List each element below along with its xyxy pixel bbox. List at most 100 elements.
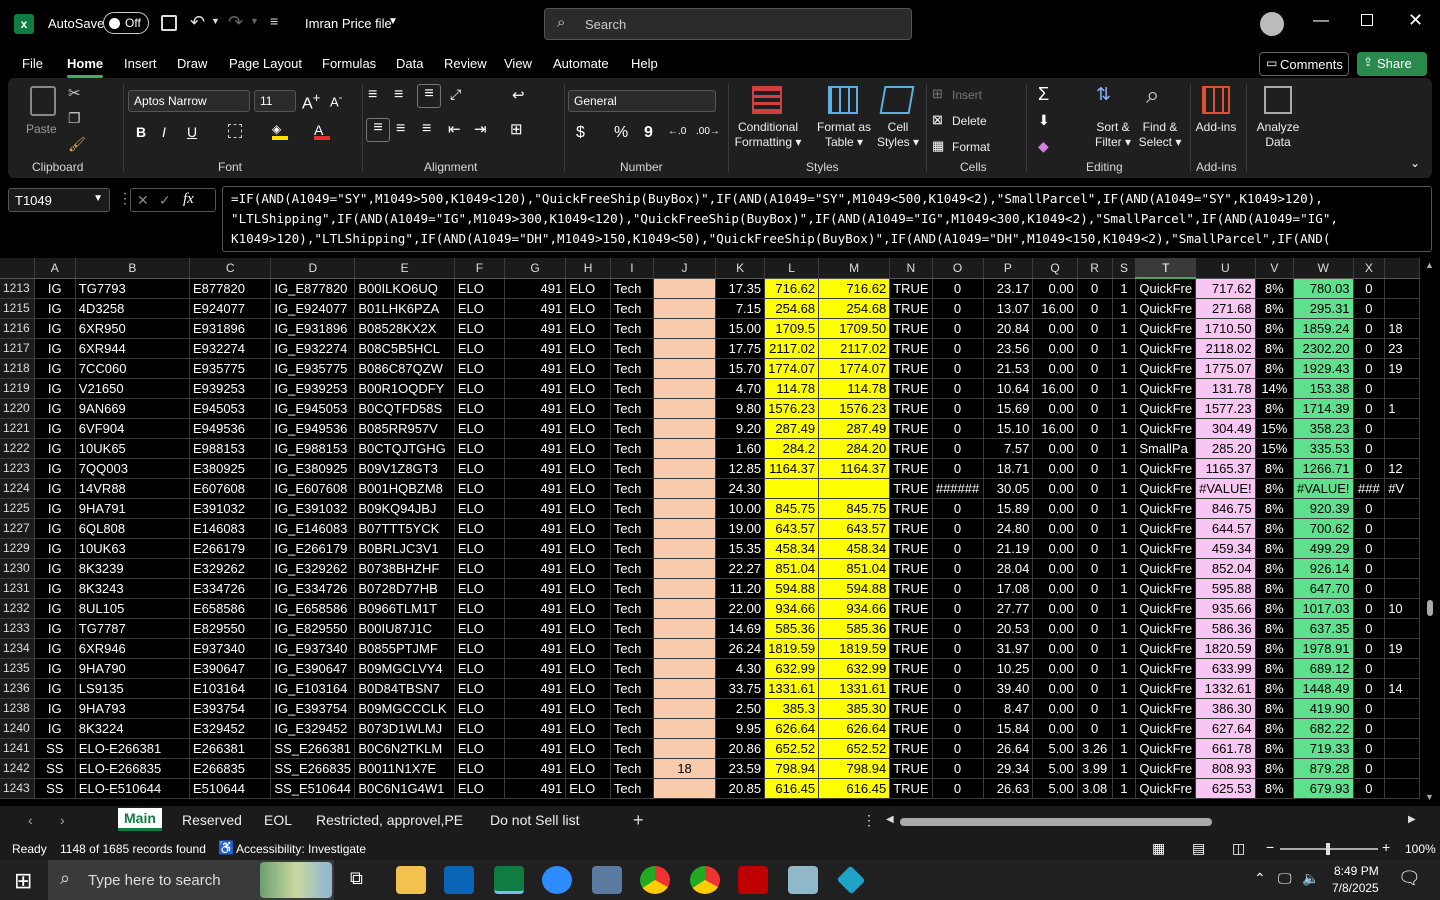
- cell-c[interactable]: E146083: [189, 518, 272, 539]
- cell-j[interactable]: [653, 318, 717, 339]
- cell-e[interactable]: B086C87QZW: [354, 358, 455, 379]
- cell-r[interactable]: 0: [1077, 338, 1113, 359]
- top-align-icon[interactable]: ≡: [368, 86, 377, 104]
- cell-w[interactable]: 499.29: [1293, 538, 1354, 559]
- table-row[interactable]: 1235 IG 9HA790 E390647 IG_E390647 B09MGCLVY4 E…: [0, 658, 1420, 679]
- cell-c[interactable]: E607608: [189, 478, 272, 499]
- column-header-overflow[interactable]: [1384, 258, 1420, 279]
- cell-u[interactable]: 1577.23: [1195, 398, 1256, 419]
- cell-e[interactable]: B0011N1X7E: [354, 758, 455, 779]
- cell-s[interactable]: 1: [1112, 598, 1137, 619]
- tab-help[interactable]: Help: [631, 56, 658, 71]
- tab-automate[interactable]: Automate: [553, 56, 609, 71]
- cell-x[interactable]: 0: [1353, 318, 1386, 339]
- cell-w[interactable]: 719.33: [1293, 738, 1354, 759]
- cell-v[interactable]: 14%: [1255, 378, 1295, 399]
- cell-s[interactable]: 1: [1112, 458, 1137, 479]
- fill-color-icon[interactable]: ◈: [272, 122, 288, 140]
- cell-i[interactable]: Tech: [610, 678, 654, 699]
- cell-n[interactable]: TRUE: [889, 478, 933, 499]
- middle-align-icon[interactable]: ≡: [394, 86, 403, 104]
- cell-o[interactable]: 0: [932, 278, 984, 299]
- cell-l[interactable]: 798.94: [764, 758, 820, 779]
- cell-j[interactable]: [653, 698, 717, 719]
- cell-i[interactable]: Tech: [610, 458, 654, 479]
- cell-t[interactable]: QuickFre: [1135, 498, 1197, 519]
- cell-k[interactable]: 15.00: [715, 318, 766, 339]
- cell-r[interactable]: 3.99: [1077, 758, 1113, 779]
- cell-l[interactable]: 643.57: [764, 518, 820, 539]
- column-header-t[interactable]: T: [1135, 258, 1197, 279]
- cell-t[interactable]: QuickFre: [1135, 478, 1197, 499]
- cell-x[interactable]: 0: [1353, 338, 1386, 359]
- cell-d[interactable]: IG_E877820: [270, 278, 356, 299]
- comma-button[interactable]: 9: [644, 124, 653, 142]
- cell-s[interactable]: 1: [1112, 278, 1137, 299]
- cell-q[interactable]: 0.00: [1032, 518, 1078, 539]
- cell-c[interactable]: E103164: [189, 678, 272, 699]
- cell-k[interactable]: 9.95: [715, 718, 766, 739]
- cell-q[interactable]: 0.00: [1032, 338, 1078, 359]
- normal-view-icon[interactable]: ▦: [1152, 840, 1165, 857]
- sheet-tab-reserved[interactable]: Reserved: [182, 812, 242, 828]
- cell-e[interactable]: B0738BHZHF: [354, 558, 455, 579]
- cell-n[interactable]: TRUE: [889, 598, 933, 619]
- name-box[interactable]: T1049 ▼: [8, 188, 110, 212]
- undo-icon[interactable]: ↶: [190, 12, 205, 33]
- font-size-select[interactable]: 11: [254, 90, 296, 112]
- insert-cells-button[interactable]: Insert: [952, 88, 982, 103]
- cell-l[interactable]: 1331.61: [764, 678, 820, 699]
- cell-s[interactable]: 1: [1112, 538, 1137, 559]
- sort-filter-button[interactable]: Sort & Filter ▾: [1088, 120, 1138, 150]
- cell-n[interactable]: TRUE: [889, 698, 933, 719]
- cell-e[interactable]: B0C6N1G4W1: [354, 778, 455, 799]
- cell-c[interactable]: E877820: [189, 278, 272, 299]
- table-row[interactable]: 1240 IG 8K3224 E329452 IG_E329452 B073D1WLMJ E…: [0, 718, 1420, 739]
- cell-x[interactable]: 0: [1353, 278, 1386, 299]
- cell-t[interactable]: QuickFre: [1135, 718, 1197, 739]
- cell-w[interactable]: 1266.71: [1293, 458, 1354, 479]
- cell-u[interactable]: 386.30: [1195, 698, 1256, 719]
- cell-w[interactable]: 1714.39: [1293, 398, 1354, 419]
- clear-icon[interactable]: ◆: [1038, 138, 1049, 155]
- cell-a[interactable]: IG: [34, 298, 76, 319]
- cell-r[interactable]: 0: [1077, 658, 1113, 679]
- cell-q[interactable]: 16.00: [1032, 378, 1078, 399]
- cell-k[interactable]: 17.35: [715, 278, 766, 299]
- row-header[interactable]: 1224: [0, 478, 35, 499]
- cell-p[interactable]: 24.80: [983, 518, 1034, 539]
- cell-d[interactable]: IG_E924077: [270, 298, 356, 319]
- cell-o[interactable]: 0: [932, 738, 984, 759]
- table-row[interactable]: 1223 IG 7QQ003 E380925 IG_E380925 B09V1Z8GT3 E…: [0, 458, 1420, 479]
- cell-j[interactable]: [653, 278, 717, 299]
- cell-h[interactable]: ELO: [565, 518, 611, 539]
- cell-q[interactable]: 0.00: [1032, 318, 1078, 339]
- cell-j[interactable]: [653, 518, 717, 539]
- cell-k[interactable]: 22.27: [715, 558, 766, 579]
- cell-m[interactable]: 594.88: [818, 578, 891, 599]
- cell-x[interactable]: 0: [1353, 758, 1386, 779]
- cell-b[interactable]: ELO-E266381: [75, 738, 190, 759]
- cell-a[interactable]: IG: [34, 678, 76, 699]
- cell-j[interactable]: [653, 378, 717, 399]
- cell-w[interactable]: #VALUE!: [1293, 478, 1354, 499]
- cell-c[interactable]: E329262: [189, 558, 272, 579]
- cell-c[interactable]: E658586: [189, 598, 272, 619]
- cell-b[interactable]: 14VR88: [75, 478, 190, 499]
- clock-date[interactable]: 7/8/2025: [1332, 881, 1379, 895]
- cell-b[interactable]: 10UK65: [75, 438, 190, 459]
- cell-l[interactable]: 287.49: [764, 418, 820, 439]
- cell-w[interactable]: 1448.49: [1293, 678, 1354, 699]
- cell-c[interactable]: E937340: [189, 638, 272, 659]
- table-row[interactable]: 1234 IG 6XR946 E937340 IG_E937340 B0855PTJMF E…: [0, 638, 1420, 659]
- cell-o[interactable]: ######: [932, 478, 984, 499]
- cell-g[interactable]: 491: [504, 458, 567, 479]
- cell-n[interactable]: TRUE: [889, 718, 933, 739]
- sheet-tab-restricted[interactable]: Restricted, approvel,PE: [316, 812, 463, 828]
- cell-h[interactable]: ELO: [565, 738, 611, 759]
- row-header[interactable]: 1225: [0, 498, 35, 519]
- column-header-k[interactable]: K: [715, 258, 766, 279]
- cell-f[interactable]: ELO: [454, 318, 505, 339]
- cell-o[interactable]: 0: [932, 698, 984, 719]
- cell-o[interactable]: 0: [932, 498, 984, 519]
